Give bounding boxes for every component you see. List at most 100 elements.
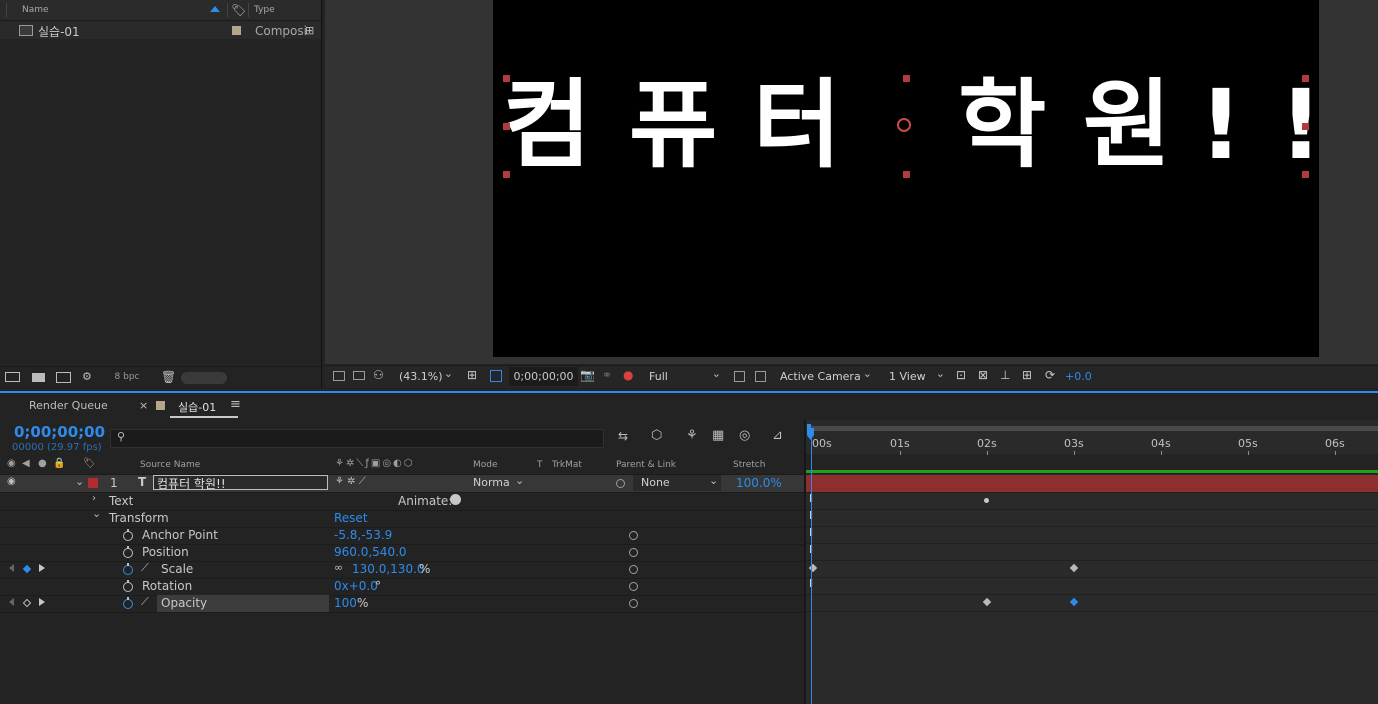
property-row-rotation[interactable]: Rotation 0x+0.0 ° — [0, 578, 806, 596]
bpc-button[interactable]: 8 bpc — [103, 372, 151, 385]
trkmat-header[interactable]: TrkMat — [552, 460, 582, 470]
next-keyframe-icon[interactable] — [39, 564, 45, 572]
snapshot-icon[interactable]: 📷 — [580, 368, 595, 382]
fast-draft-icon[interactable]: ⊠ — [978, 368, 988, 382]
interpret-footage-icon[interactable] — [5, 372, 20, 382]
property-value[interactable]: 960.0,540.0 — [334, 545, 407, 559]
bounding-box-handle[interactable] — [503, 123, 510, 130]
parent-link-header[interactable]: Parent & Link — [616, 460, 676, 470]
property-value[interactable]: 100 — [334, 596, 357, 610]
opacity-keyframe[interactable] — [982, 597, 992, 607]
label-tag-icon[interactable]: 🏷 — [83, 458, 96, 469]
vr-mask-icon[interactable]: ⚇ — [373, 368, 384, 382]
property-value[interactable]: -5.8,-53.9 — [334, 528, 392, 542]
reset-exposure-icon[interactable]: ⟳ — [1045, 368, 1055, 382]
switches-icons[interactable]: ⚘✲⟍ƒ▣◎◐⬡ — [335, 458, 415, 469]
scale-keyframe[interactable] — [1069, 563, 1079, 573]
timeline-link-icon[interactable]: ⊥ — [1000, 368, 1010, 382]
toggle-pixel-aspect-icon[interactable]: ⊡ — [956, 368, 966, 382]
stopwatch-icon[interactable] — [123, 529, 133, 541]
eye-icon[interactable]: ◉ — [7, 458, 16, 469]
prev-keyframe-icon[interactable] — [9, 564, 14, 572]
pick-whip-icon[interactable] — [629, 565, 638, 574]
views-dropdown[interactable]: 1 View — [885, 364, 949, 386]
stopwatch-icon[interactable] — [123, 580, 133, 592]
name-column-header[interactable]: Name — [22, 5, 49, 15]
property-value[interactable]: 0x+0.0 — [334, 579, 378, 593]
transform-reset-link[interactable]: Reset — [334, 511, 368, 525]
exposure-value[interactable]: +0.0 — [1065, 370, 1092, 383]
property-row-anchor-point[interactable]: Anchor Point -5.8,-53.9 — [0, 527, 806, 545]
label-color-swatch[interactable] — [232, 26, 241, 35]
property-row-opacity[interactable]: ⟋ Opacity 100 % — [0, 595, 806, 613]
layer-mode-dropdown[interactable]: Norma — [473, 476, 510, 489]
solo-icon[interactable]: ● — [38, 458, 47, 469]
expand-chevron-down-icon[interactable]: ⌄ — [75, 475, 84, 488]
graph-icon[interactable]: ⟋ — [141, 595, 149, 609]
layer-row[interactable]: ◉ ⌄ 1 T 컴퓨터 학원!! ⚘ ✲ ⟋ Norma ⌄ None ⌄ 10… — [0, 474, 806, 493]
show-snapshot-icon[interactable]: ⚭ — [602, 368, 612, 382]
stretch-value[interactable]: 100.0% — [736, 476, 782, 490]
new-folder-icon[interactable] — [32, 373, 45, 382]
trash-icon[interactable]: 🗑 — [161, 370, 176, 384]
graph-editor-icon[interactable]: ⊿ — [772, 428, 783, 443]
layer-switches-icon[interactable]: ⚘ ✲ ⟋ — [335, 476, 366, 487]
work-area-bar[interactable] — [808, 426, 1378, 431]
parent-dropdown[interactable]: None — [633, 475, 721, 491]
prev-keyframe-icon[interactable] — [9, 598, 14, 606]
pick-whip-icon[interactable] — [629, 599, 638, 608]
flowchart-icon[interactable]: ⊞ — [1022, 368, 1032, 382]
stopwatch-icon[interactable] — [123, 546, 133, 558]
draft-3d-icon[interactable]: ⬡ — [651, 428, 662, 443]
panel-menu-icon[interactable]: ≡ — [230, 397, 241, 412]
project-settings-icon[interactable]: ⚙ — [82, 370, 92, 383]
graph-icon[interactable]: ⟋ — [141, 561, 149, 575]
property-row-position[interactable]: Position 960.0,540.0 — [0, 544, 806, 562]
monitor-icon[interactable] — [353, 371, 365, 380]
label-tag-icon[interactable]: 🏷 — [231, 3, 246, 17]
composition-canvas[interactable]: 컴 퓨 터 학 원 ! ! — [493, 0, 1323, 357]
bounding-box-handle[interactable] — [503, 171, 510, 178]
stopwatch-active-icon[interactable] — [123, 563, 133, 575]
layer-duration-bar[interactable] — [806, 475, 1378, 493]
thumbnail-slider[interactable] — [181, 372, 227, 384]
bounding-box-handle[interactable] — [1302, 75, 1309, 82]
timeline-tracks[interactable]: I I I I I — [806, 470, 1378, 704]
current-time-display[interactable]: 0;00;00;00 — [14, 423, 105, 441]
pick-whip-icon[interactable] — [629, 548, 638, 557]
property-value[interactable]: 130.0,130.0 — [352, 562, 425, 576]
magnification-dropdown[interactable]: (43.1%) — [395, 364, 457, 386]
bounding-box-handle[interactable] — [903, 171, 910, 178]
bounding-box-handle[interactable] — [503, 75, 510, 82]
project-item[interactable]: 실습-01 Composi ⊞ — [0, 21, 321, 39]
property-row-scale[interactable]: ⟋ Scale ∞ 130.0,130.0 % — [0, 561, 806, 579]
next-keyframe-icon[interactable] — [39, 598, 45, 606]
region-of-interest-icon[interactable] — [490, 370, 502, 382]
resolution-dropdown[interactable]: Full — [645, 364, 725, 386]
stopwatch-active-icon[interactable] — [123, 597, 133, 609]
expand-chevron-right-icon[interactable]: › — [92, 493, 96, 504]
channel-rgb-icon[interactable]: ● — [623, 368, 633, 382]
expand-chevron-down-icon[interactable]: ⌄ — [92, 507, 101, 520]
text-group-row[interactable]: › Text Animate: — [0, 493, 806, 511]
fast-previews-icon[interactable] — [734, 371, 745, 382]
visibility-eye-icon[interactable]: ◉ — [7, 476, 16, 487]
viewer-timecode[interactable]: 0;00;00;00 — [509, 367, 578, 386]
transparency-grid-icon[interactable] — [755, 371, 766, 382]
flowchart-icon[interactable]: ⊞ — [305, 24, 314, 37]
source-name-header[interactable]: Source Name — [140, 460, 200, 470]
keyframe-toggle-icon[interactable] — [22, 598, 32, 608]
tab-render-queue[interactable]: Render Queue — [29, 399, 108, 412]
layer-name-field[interactable]: 컴퓨터 학원!! — [153, 475, 328, 491]
pick-whip-icon[interactable] — [629, 582, 638, 591]
text-keyframe-dot[interactable] — [984, 498, 989, 503]
lock-icon[interactable]: 🔒 — [53, 458, 65, 469]
audio-icon[interactable]: ◀ — [22, 458, 30, 469]
camera-dropdown[interactable]: Active Camera — [776, 364, 876, 386]
bounding-box-handle[interactable] — [1302, 123, 1309, 130]
close-icon[interactable]: × — [139, 399, 148, 412]
pick-whip-icon[interactable] — [616, 479, 625, 488]
pick-whip-icon[interactable] — [629, 531, 638, 540]
always-preview-icon[interactable] — [333, 371, 345, 381]
bounding-box-handle[interactable] — [1302, 171, 1309, 178]
